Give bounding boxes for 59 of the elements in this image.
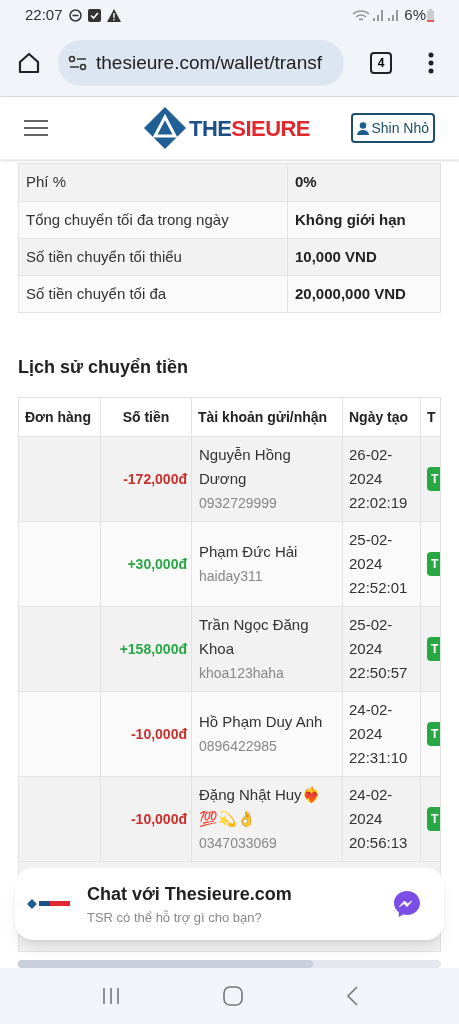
logo-text: THESIEURE [189, 114, 310, 143]
url-text: thesieure.com/wallet/transf [96, 50, 322, 75]
amount-text: +30,000đ [127, 554, 187, 574]
wifi-icon [352, 8, 371, 22]
table-cell: Số tiền chuyển tối đa [19, 276, 288, 312]
battery-percent: 6% [404, 4, 426, 25]
date-text: 24-02-2024 20:56:13 [349, 785, 409, 853]
table-cell-text: 0% [294, 172, 318, 193]
date-text: 24-02-2024 22:31:10 [349, 700, 409, 768]
chat-title: Chat với Thesieure.com [87, 882, 292, 906]
status-badge: T [427, 807, 440, 831]
back-icon[interactable] [345, 986, 358, 1006]
status-badge: T [427, 637, 440, 661]
user-icon [357, 121, 370, 135]
signal-icon [388, 9, 401, 21]
status-badge: T [427, 722, 440, 746]
amount-text: -10,000đ [130, 809, 187, 829]
site-settings-icon[interactable] [68, 55, 88, 71]
account-name: Phạm Đức Hải [199, 542, 299, 562]
account-id: haiday311 [199, 567, 264, 586]
logo-icon [143, 106, 187, 150]
status-badge: T [427, 467, 440, 491]
warning-icon [106, 8, 121, 22]
user-button[interactable]: Shin Nhỏ [351, 113, 435, 143]
checkbox-notification-icon [87, 8, 101, 22]
home-icon[interactable] [17, 51, 41, 75]
logo-icon [27, 897, 71, 911]
section-heading: Lịch sử chuyển tiền [18, 356, 190, 379]
table-cell-text: Không giới hạn [294, 209, 407, 230]
account-id: 0896422985 [199, 737, 278, 756]
table-cell-text: 20,000,000 VND [294, 283, 407, 304]
battery-icon [427, 8, 434, 22]
scrollbar[interactable] [18, 960, 441, 968]
status-badge: T [427, 552, 440, 576]
account-id: khoa123haha [199, 664, 285, 683]
amount-text: +158,000đ [119, 639, 187, 659]
clock: 22:07 [25, 4, 63, 25]
date-text: 25-02-2024 22:50:57 [349, 615, 409, 683]
messenger-icon[interactable] [392, 889, 422, 919]
table-cell-text: 10,000 VND [294, 246, 378, 267]
amount-text: -172,000đ [123, 469, 187, 489]
column-header: T [426, 407, 437, 427]
url-field[interactable]: thesieure.com/wallet/transf [58, 40, 344, 86]
recent-apps-icon[interactable] [101, 987, 122, 1005]
account-name: Đặng Nhật Huy❤‍🔥💯💫👌 [199, 785, 322, 829]
menu-icon[interactable] [428, 52, 434, 74]
account-name: Nguyễn Hồng Dương [199, 445, 292, 489]
dnd-icon [68, 8, 82, 22]
account-id: 0932729999 [199, 494, 278, 513]
account-name: Hồ Phạm Duy Anh [199, 712, 324, 732]
amount-text: -10,000đ [130, 724, 187, 744]
signal-icon [373, 9, 386, 21]
chat-subtitle: TSR có thể hỗ trợ gì cho bạn? [87, 908, 263, 927]
account-name: Trần Ngọc Đăng Khoa [199, 615, 310, 659]
date-text: 26-02-2024 22:02:19 [349, 445, 409, 513]
account-id: 0347033069 [199, 834, 278, 853]
tab-count-button[interactable]: 4 [370, 52, 392, 74]
chat-widget[interactable]: Chat với Thesieure.com TSR có thể hỗ trợ gì cho bạn? [15, 868, 444, 940]
date-text: 25-02-2024 22:52:01 [349, 530, 409, 598]
